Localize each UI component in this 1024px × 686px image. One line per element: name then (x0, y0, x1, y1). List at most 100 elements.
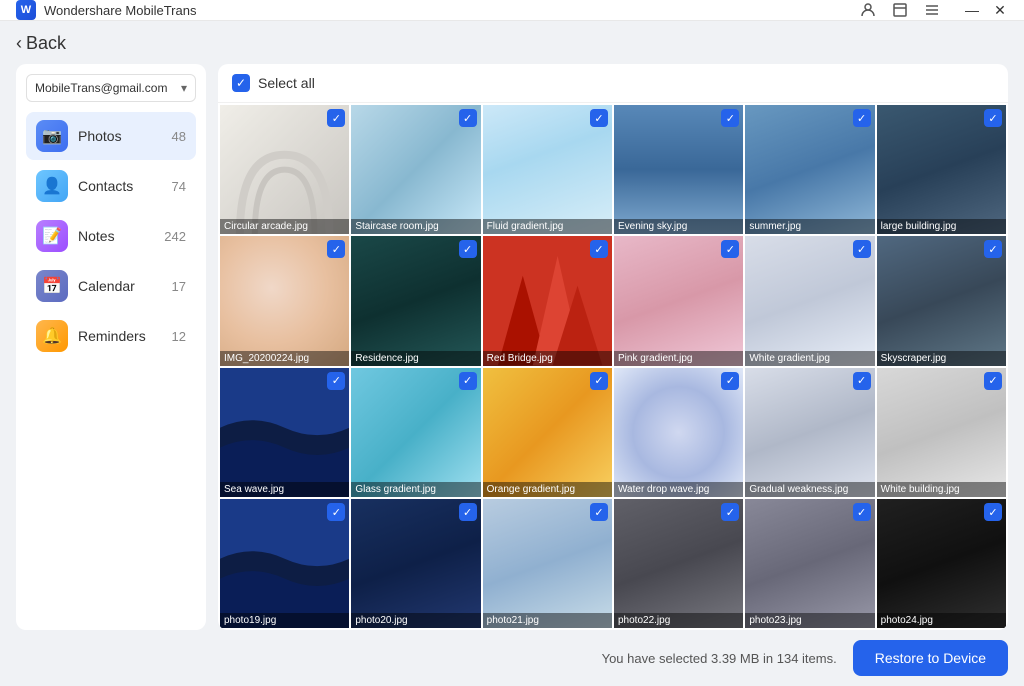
photo-filename: large building.jpg (877, 219, 1006, 234)
person-icon[interactable] (860, 2, 876, 18)
sidebar-item-photos[interactable]: 📷 Photos 48 (26, 112, 196, 160)
photo-checkbox[interactable]: ✓ (853, 240, 871, 258)
photo-checkbox[interactable]: ✓ (590, 240, 608, 258)
sidebar-label-notes: Notes (78, 228, 154, 244)
photo-item[interactable]: ✓ Evening sky.jpg (614, 105, 743, 234)
photo-item[interactable]: ✓ large building.jpg (877, 105, 1006, 234)
sidebar-count-photos: 48 (172, 129, 186, 144)
photo-item[interactable]: ✓ photo23.jpg (745, 499, 874, 628)
titlebar-left: W Wondershare MobileTrans (16, 0, 196, 20)
photo-checkbox[interactable]: ✓ (853, 503, 871, 521)
photo-item[interactable]: ✓IMG_20200224.jpg (220, 236, 349, 365)
photo-checkbox[interactable]: ✓ (327, 503, 345, 521)
photo-checkbox[interactable]: ✓ (853, 109, 871, 127)
main-content: ‹ Back MobileTrans@gmail.com ▾ 📷 Photos … (0, 21, 1024, 630)
restore-to-device-button[interactable]: Restore to Device (853, 640, 1008, 676)
photo-filename: Skyscraper.jpg (877, 351, 1006, 366)
window-controls: — ✕ (964, 2, 1008, 18)
menu-icon[interactable] (924, 2, 940, 18)
photo-item[interactable]: ✓ photo20.jpg (351, 499, 480, 628)
photo-checkbox[interactable]: ✓ (721, 240, 739, 258)
photo-checkbox[interactable]: ✓ (459, 372, 477, 390)
photo-item[interactable]: ✓Red Bridge.jpg (483, 236, 612, 365)
back-button[interactable]: ‹ Back (16, 33, 66, 54)
sidebar-label-photos: Photos (78, 128, 162, 144)
photo-filename: White gradient.jpg (745, 351, 874, 366)
photo-filename: photo21.jpg (483, 613, 612, 628)
photo-item[interactable]: ✓ photo22.jpg (614, 499, 743, 628)
photo-checkbox[interactable]: ✓ (459, 109, 477, 127)
photo-filename: Water drop wave.jpg (614, 482, 743, 497)
photo-item[interactable]: ✓photo19.jpg (220, 499, 349, 628)
photo-checkbox[interactable]: ✓ (327, 109, 345, 127)
photo-filename: Glass gradient.jpg (351, 482, 480, 497)
back-row: ‹ Back (16, 21, 1008, 64)
sidebar-count-calendar: 17 (172, 279, 186, 294)
bottom-bar: You have selected 3.39 MB in 134 items. … (0, 630, 1024, 686)
photo-checkbox[interactable]: ✓ (721, 109, 739, 127)
photo-checkbox[interactable]: ✓ (984, 503, 1002, 521)
photo-item[interactable]: ✓Sea wave.jpg (220, 368, 349, 497)
photo-item[interactable]: ✓Pink gradient.jpg (614, 236, 743, 365)
photo-checkbox[interactable]: ✓ (590, 109, 608, 127)
select-all-checkbox[interactable]: ✓ (232, 74, 250, 92)
select-all-label: Select all (258, 75, 315, 91)
photo-item[interactable]: ✓ Circular arcade.jpg (220, 105, 349, 234)
back-label: Back (26, 33, 66, 54)
app-icon: W (16, 0, 36, 20)
photo-checkbox[interactable]: ✓ (327, 240, 345, 258)
photo-checkbox[interactable]: ✓ (590, 503, 608, 521)
sidebar-item-notes[interactable]: 📝 Notes 242 (26, 212, 196, 260)
photos-icon: 📷 (36, 120, 68, 152)
sidebar-count-reminders: 12 (172, 329, 186, 344)
photo-filename: Staircase room.jpg (351, 219, 480, 234)
photo-checkbox[interactable]: ✓ (721, 372, 739, 390)
photo-grid: ✓Circular arcade.jpg✓Staircase room.jpg✓… (218, 103, 1008, 630)
photo-filename: Evening sky.jpg (614, 219, 743, 234)
photo-filename: Circular arcade.jpg (220, 219, 349, 234)
photo-item[interactable]: ✓ photo24.jpg (877, 499, 1006, 628)
photo-filename: Orange gradient.jpg (483, 482, 612, 497)
sidebar-count-notes: 242 (164, 229, 186, 244)
sidebar-item-contacts[interactable]: 👤 Contacts 74 (26, 162, 196, 210)
photo-item[interactable]: ✓summer.jpg (745, 105, 874, 234)
photo-checkbox[interactable]: ✓ (721, 503, 739, 521)
contacts-icon: 👤 (36, 170, 68, 202)
photo-checkbox[interactable]: ✓ (459, 503, 477, 521)
photo-item[interactable]: ✓Gradual weakness.jpg (745, 368, 874, 497)
photo-item[interactable]: ✓ Glass gradient.jpg (351, 368, 480, 497)
photo-item[interactable]: ✓ Water drop wave.jpg (614, 368, 743, 497)
photo-item[interactable]: ✓ Skyscraper.jpg (877, 236, 1006, 365)
sidebar-item-calendar[interactable]: 📅 Calendar 17 (26, 262, 196, 310)
photo-checkbox[interactable]: ✓ (984, 240, 1002, 258)
photo-item[interactable]: ✓ Staircase room.jpg (351, 105, 480, 234)
photo-item[interactable]: ✓ photo21.jpg (483, 499, 612, 628)
photo-area: ✓ Select all ✓ Circular arcade.jpg ✓ Stairc… (218, 64, 1008, 630)
photo-checkbox[interactable]: ✓ (984, 109, 1002, 127)
sidebar-count-contacts: 74 (172, 179, 186, 194)
photo-item[interactable]: ✓ Fluid gradient.jpg (483, 105, 612, 234)
content-area: MobileTrans@gmail.com ▾ 📷 Photos 48 👤 Co… (16, 64, 1008, 630)
photo-checkbox[interactable]: ✓ (459, 240, 477, 258)
photo-filename: photo22.jpg (614, 613, 743, 628)
photo-item[interactable]: ✓ Residence.jpg (351, 236, 480, 365)
photo-filename: photo23.jpg (745, 613, 874, 628)
photo-filename: photo20.jpg (351, 613, 480, 628)
photo-checkbox[interactable]: ✓ (327, 372, 345, 390)
photo-filename: Fluid gradient.jpg (483, 219, 612, 234)
account-selector[interactable]: MobileTrans@gmail.com ▾ (26, 74, 196, 102)
close-button[interactable]: ✕ (992, 2, 1008, 18)
notes-icon: 📝 (36, 220, 68, 252)
photo-item[interactable]: ✓ White building.jpg (877, 368, 1006, 497)
window-icon[interactable] (892, 2, 908, 18)
photo-filename: photo24.jpg (877, 613, 1006, 628)
photo-filename: Residence.jpg (351, 351, 480, 366)
photo-checkbox[interactable]: ✓ (853, 372, 871, 390)
photo-checkbox[interactable]: ✓ (590, 372, 608, 390)
photo-checkbox[interactable]: ✓ (984, 372, 1002, 390)
minimize-button[interactable]: — (964, 2, 980, 18)
photo-item[interactable]: ✓ White gradient.jpg (745, 236, 874, 365)
photo-item[interactable]: ✓ Orange gradient.jpg (483, 368, 612, 497)
photo-filename: White building.jpg (877, 482, 1006, 497)
sidebar-item-reminders[interactable]: 🔔 Reminders 12 (26, 312, 196, 360)
